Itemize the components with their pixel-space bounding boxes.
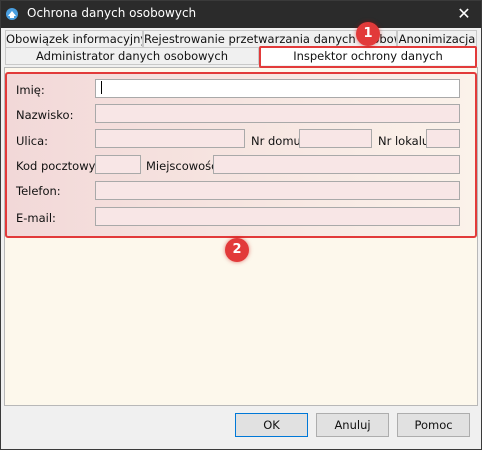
ulica-label: Ulica: — [16, 134, 49, 148]
annotation-badge-1: 1 — [356, 22, 380, 46]
window-title: Ochrona danych osobowych — [27, 6, 197, 20]
title-bar[interactable]: Ochrona danych osobowych ✕ — [1, 1, 481, 28]
tab-anonimizacja[interactable]: Anonimizacja — [397, 30, 477, 48]
tab-inspektor-ochrony-danych[interactable]: Inspektor ochrony danych — [259, 47, 477, 65]
dialog-window: Ochrona danych osobowych ✕ Obowiązek inf… — [0, 0, 482, 450]
text-caret — [101, 81, 102, 94]
ok-button[interactable]: OK — [235, 413, 308, 437]
nr-lokalu-input[interactable] — [426, 129, 460, 148]
telefon-input[interactable] — [95, 181, 460, 200]
help-button[interactable]: Pomoc — [397, 413, 470, 437]
nazwisko-input[interactable] — [95, 104, 460, 123]
nazwisko-label: Nazwisko: — [16, 108, 74, 122]
kod-pocztowy-label: Kod pocztowy: — [16, 159, 99, 173]
email-input[interactable] — [95, 207, 460, 226]
nr-domu-input[interactable] — [299, 129, 372, 148]
nr-domu-label: Nr domu: — [251, 134, 305, 148]
miejscowosc-label: Miejscowość: — [146, 159, 222, 173]
tab-administrator-danych[interactable]: Administrator danych osobowych — [5, 47, 259, 65]
imie-input[interactable] — [95, 79, 460, 98]
ulica-input[interactable] — [95, 129, 245, 148]
miejscowosc-input[interactable] — [213, 155, 460, 174]
annotation-badge-2: 2 — [225, 238, 249, 262]
nr-lokalu-label: Nr lokalu: — [378, 134, 434, 148]
close-icon[interactable]: ✕ — [455, 5, 473, 23]
tab-obowiazek-informacyjny[interactable]: Obowiązek informacyjny — [5, 30, 143, 48]
telefon-label: Telefon: — [16, 184, 61, 198]
email-label: E-mail: — [16, 211, 56, 225]
cancel-button[interactable]: Anuluj — [316, 413, 389, 437]
imie-label: Imię: — [16, 83, 45, 97]
app-logo-icon — [6, 8, 18, 20]
kod-pocztowy-input[interactable] — [95, 155, 141, 174]
